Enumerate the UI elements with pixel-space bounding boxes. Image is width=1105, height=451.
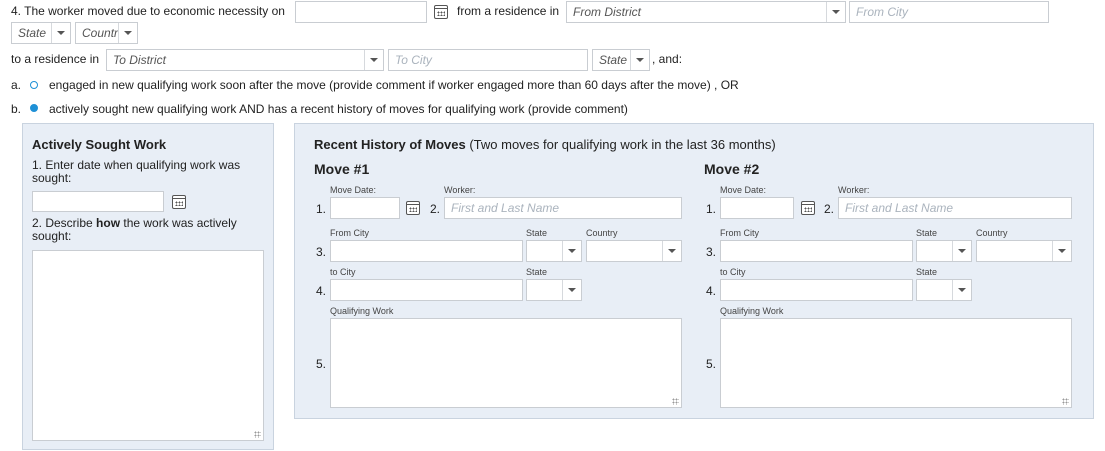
to-state-value: State xyxy=(599,53,628,67)
move-1-country-select[interactable] xyxy=(586,240,682,262)
move-1-worker-label: Worker: xyxy=(444,185,476,195)
move-1-title: Move #1 xyxy=(314,161,370,177)
option-b-radio[interactable] xyxy=(30,104,38,112)
chevron-down-icon xyxy=(562,280,581,300)
resize-grip-icon[interactable] xyxy=(254,431,261,438)
to-residence-label: to a residence in xyxy=(11,52,100,66)
chevron-down-icon xyxy=(952,241,971,261)
move-2-date-input[interactable] xyxy=(720,197,794,219)
from-state-select[interactable]: State xyxy=(11,22,71,44)
move-date-input[interactable] xyxy=(295,1,427,23)
move-1-num-2: 2. xyxy=(430,202,441,216)
move-1-num-5: 5. xyxy=(316,357,327,371)
move-2-qualifying-work-textarea[interactable] xyxy=(720,318,1072,408)
to-district-select[interactable]: To District xyxy=(106,49,384,71)
question-4-prefix: 4. The worker moved due to economic nece… xyxy=(11,4,285,18)
option-b-marker: b. xyxy=(11,102,22,116)
sought-description-textarea[interactable] xyxy=(32,250,264,441)
chevron-down-icon xyxy=(51,23,70,43)
move-2-worker-input[interactable]: First and Last Name xyxy=(838,197,1072,219)
from-residence-label: from a residence in xyxy=(457,4,560,18)
move-2-from-city-input[interactable] xyxy=(720,240,913,262)
move-1-date-input[interactable] xyxy=(330,197,400,219)
move-2-state-label: State xyxy=(916,228,938,238)
resize-grip-icon[interactable] xyxy=(1062,398,1069,405)
worker-placeholder: First and Last Name xyxy=(451,201,560,215)
move-2-country-label: Country xyxy=(976,228,1008,238)
chevron-down-icon xyxy=(630,50,649,70)
move-2-num-5: 5. xyxy=(706,357,717,371)
from-city-placeholder: From City xyxy=(856,5,908,19)
option-a-marker: a. xyxy=(11,78,22,92)
move-2-from-city-label: From City xyxy=(720,228,759,238)
option-a-radio[interactable] xyxy=(30,81,38,89)
move-1-qualifying-work-textarea[interactable] xyxy=(330,318,682,408)
move-2-worker-label: Worker: xyxy=(838,185,870,195)
chevron-down-icon xyxy=(826,2,845,22)
chevron-down-icon xyxy=(662,241,681,261)
actively-sought-panel: Actively Sought Work 1. Enter date when … xyxy=(22,123,274,450)
move-1-num-3: 3. xyxy=(316,245,327,259)
sought-q1: 1. Enter date when qualifying work was s… xyxy=(32,158,241,185)
from-country-select[interactable]: Countr xyxy=(75,22,138,44)
move-1-date-label: Move Date: xyxy=(330,185,377,195)
option-b-text: actively sought new qualifying work AND … xyxy=(49,102,628,116)
move-2-to-city-label: to City xyxy=(720,267,746,277)
sought-date-input[interactable] xyxy=(32,191,164,212)
move-1-state-label: State xyxy=(526,228,548,238)
move-1-worker-input[interactable]: First and Last Name xyxy=(444,197,682,219)
history-heading: Recent History of Moves (Two moves for q… xyxy=(314,137,776,152)
calendar-icon[interactable] xyxy=(801,201,815,215)
resize-grip-icon[interactable] xyxy=(672,398,679,405)
from-district-value: From District xyxy=(573,5,641,19)
from-district-select[interactable]: From District xyxy=(566,1,846,23)
move-1-to-city-label: to City xyxy=(330,267,356,277)
move-2-to-city-input[interactable] xyxy=(720,279,913,301)
to-city-input[interactable]: To City xyxy=(388,49,588,71)
move-2-to-state-select[interactable] xyxy=(916,279,972,301)
move-2-state-select[interactable] xyxy=(916,240,972,262)
chevron-down-icon xyxy=(952,280,971,300)
chevron-down-icon xyxy=(364,50,383,70)
move-2-qualifying-work-label: Qualifying Work xyxy=(720,306,784,316)
move-2-num-2: 2. xyxy=(824,202,835,216)
to-state-select[interactable]: State xyxy=(592,49,650,71)
sought-q2: 2. Describe how the work was actively so… xyxy=(32,216,237,243)
move-1-to-city-input[interactable] xyxy=(330,279,523,301)
move-1-country-label: Country xyxy=(586,228,618,238)
move-2-to-state-label: State xyxy=(916,267,938,277)
worker-placeholder: First and Last Name xyxy=(845,201,954,215)
move-2-country-select[interactable] xyxy=(976,240,1072,262)
move-1-to-state-select[interactable] xyxy=(526,279,582,301)
to-city-placeholder: To City xyxy=(395,53,432,67)
move-1-to-state-label: State xyxy=(526,267,548,277)
move-2-num-1: 1. xyxy=(706,202,717,216)
chevron-down-icon xyxy=(118,23,137,43)
move-1-state-select[interactable] xyxy=(526,240,582,262)
history-panel: Recent History of Moves (Two moves for q… xyxy=(294,123,1094,419)
move-2-date-label: Move Date: xyxy=(720,185,767,195)
move-2-title: Move #2 xyxy=(704,161,760,177)
move-2-num-4: 4. xyxy=(706,284,717,298)
move-1-num-4: 4. xyxy=(316,284,327,298)
and-label: , and: xyxy=(652,52,683,66)
move-1-from-city-label: From City xyxy=(330,228,369,238)
chevron-down-icon xyxy=(562,241,581,261)
move-2-num-3: 3. xyxy=(706,245,717,259)
to-district-value: To District xyxy=(113,53,166,67)
calendar-icon[interactable] xyxy=(406,201,420,215)
from-country-value: Countr xyxy=(82,26,119,40)
from-city-input[interactable]: From City xyxy=(849,1,1049,23)
chevron-down-icon xyxy=(1052,241,1071,261)
sought-title: Actively Sought Work xyxy=(32,137,167,152)
calendar-icon[interactable] xyxy=(434,5,448,19)
from-state-value: State xyxy=(18,26,47,40)
option-a-text: engaged in new qualifying work soon afte… xyxy=(49,78,739,92)
move-1-num-1: 1. xyxy=(316,202,327,216)
calendar-icon[interactable] xyxy=(172,195,186,209)
move-1-from-city-input[interactable] xyxy=(330,240,523,262)
move-1-qualifying-work-label: Qualifying Work xyxy=(330,306,394,316)
